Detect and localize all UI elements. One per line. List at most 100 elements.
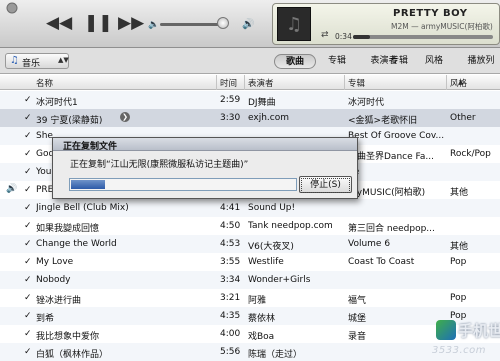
tab-albums-2[interactable]: 专辑: [382, 54, 416, 69]
song-name: Change the World: [36, 239, 117, 249]
song-time: 4:53: [220, 239, 241, 249]
song-album: Best Of Groove Cov...: [348, 131, 444, 141]
volume-slider-knob[interactable]: [216, 17, 229, 29]
now-playing-title: PRETTY BOY: [393, 8, 468, 19]
song-artist: Tank needpop.com: [248, 221, 333, 231]
tab-playlists[interactable]: 播放列: [462, 54, 500, 69]
song-time: 3:34: [220, 275, 241, 285]
close-window-icon[interactable]: [6, 2, 18, 14]
music-note-icon: ♫: [10, 55, 19, 66]
song-artist: Wonder+Girls: [248, 275, 311, 285]
row-checkbox[interactable]: ✓: [24, 311, 34, 321]
dialog-message: 正在复制“江山无限(康熙微服私访记主题曲)”: [70, 160, 249, 170]
stop-button-label: 停止(S): [301, 178, 350, 193]
column-divider[interactable]: [344, 75, 345, 90]
row-checkbox[interactable]: ✓: [24, 131, 34, 141]
song-genre: 其他: [450, 242, 469, 252]
row-checkbox[interactable]: ✓: [24, 221, 34, 231]
song-table: 名称 时间 表演者 专辑 ▲ 风格 ✓ 冰河时代1 2:59 DJ舞曲 冰河时代 ✓ 39 …: [0, 75, 500, 361]
table-row[interactable]: ✓ 如果我變成回憶 4:50 Tank needpop.com 第三回合 needpop…: [0, 217, 500, 235]
header-album[interactable]: 专辑: [348, 77, 365, 89]
song-album: myMUSIC(阿柏歌): [348, 188, 426, 198]
table-row[interactable]: ✓ Change the World 4:53 V6(大夜叉) Volume 6 其他: [0, 235, 500, 253]
song-time: 4:00: [220, 329, 241, 339]
table-row[interactable]: ✓ 白狐（枫林作品） 5:56 陈瑞（走过）: [0, 343, 500, 361]
row-checkbox[interactable]: ✓: [24, 167, 34, 177]
song-genre: Pop: [450, 257, 467, 267]
tab-genres[interactable]: 风格: [420, 54, 448, 69]
repeat-icon[interactable]: ⇄: [321, 30, 329, 40]
row-checkbox[interactable]: ✓: [24, 113, 34, 123]
song-artist: 陈瑞（走过）: [248, 350, 303, 360]
go-arrow-icon[interactable]: ❯: [120, 112, 130, 122]
table-row[interactable]: ✓ Jingle Bell (Club Mix) 4:41 Sound Up!: [0, 199, 500, 217]
song-name: 锉冰进行曲: [36, 296, 82, 306]
header-time[interactable]: 时间: [220, 77, 237, 89]
song-album: 冰河时代: [348, 98, 385, 108]
tab-songs[interactable]: 歌曲: [274, 54, 316, 69]
song-album: 福气: [348, 296, 367, 306]
row-checkbox[interactable]: ✓: [24, 293, 34, 303]
song-name: 如果我變成回憶: [36, 224, 100, 234]
column-divider[interactable]: [244, 75, 245, 90]
watermark-logo-icon: [436, 320, 456, 340]
song-genre: Other: [450, 113, 476, 123]
tab-albums[interactable]: 专辑: [320, 54, 354, 69]
table-row[interactable]: ✓ 我比想象中爱你 4:00 戏Boa 录音: [0, 325, 500, 343]
song-album: Coast To Coast: [348, 257, 415, 267]
song-name: 到希: [36, 314, 55, 324]
song-artist: V6(大夜叉): [248, 242, 294, 252]
fast-forward-button[interactable]: ▶▶: [118, 14, 144, 32]
source-selector[interactable]: ♫ 音乐 ▲▼: [5, 53, 69, 69]
stop-button[interactable]: 停止(S): [299, 176, 352, 193]
song-album: <金狐>老歌怀旧: [348, 116, 418, 126]
table-row[interactable]: ✓ My Love 3:55 Westlife Coast To Coast Pop: [0, 253, 500, 271]
song-time: 4:50: [220, 221, 241, 231]
table-row[interactable]: ✓ 到希 4:35 蔡依林 城堡 Pop: [0, 307, 500, 325]
row-checkbox[interactable]: ✓: [24, 347, 34, 357]
row-checkbox[interactable]: ✓: [24, 149, 34, 159]
song-name: Jingle Bell (Club Mix): [36, 203, 129, 213]
speaker-low-icon: 🔈: [148, 20, 160, 30]
source-label: 音乐: [22, 59, 41, 69]
row-checkbox[interactable]: ✓: [24, 95, 34, 105]
song-time: 3:30: [220, 113, 241, 123]
album-art: ♫: [277, 7, 311, 41]
table-row[interactable]: ✓ 39 宁夏(梁静茹) 3:30 exjh.com <金狐>老歌怀旧 Other ❯: [0, 109, 500, 127]
song-progress-bar[interactable]: [353, 35, 493, 39]
music-note-icon: ♫: [286, 14, 303, 35]
song-artist: 阿雅: [248, 296, 267, 306]
song-progress-fill: [353, 35, 370, 39]
song-name: My Love: [36, 257, 74, 267]
row-checkbox[interactable]: ✓: [24, 203, 34, 213]
pause-button[interactable]: ❚❚: [84, 14, 113, 32]
dialog-titlebar[interactable]: 正在复制文件: [53, 138, 357, 152]
song-genre: Rock/Pop: [450, 149, 491, 159]
table-row[interactable]: ✓ 冰河时代1 2:59 DJ舞曲 冰河时代: [0, 91, 500, 109]
column-divider[interactable]: [446, 75, 447, 90]
row-checkbox[interactable]: ✓: [24, 329, 34, 339]
table-row[interactable]: ✓ Nobody 3:34 Wonder+Girls: [0, 271, 500, 289]
header-genre[interactable]: 风格: [450, 77, 467, 89]
copy-file-dialog: 正在复制文件 正在复制“江山无限(康熙微服私访记主题曲)” 停止(S): [52, 137, 358, 199]
row-checkbox[interactable]: ✓: [24, 275, 34, 285]
row-checkbox[interactable]: ✓: [24, 257, 34, 267]
watermark-brand: 手机世界: [458, 322, 500, 340]
watermark-site: 3533.com: [432, 345, 486, 356]
song-album: 第三回合 needpop...: [348, 224, 435, 234]
table-row[interactable]: ✓ 锉冰进行曲 3:21 阿雅 福气 Pop: [0, 289, 500, 307]
song-artist: Sound Up!: [248, 203, 296, 213]
header-name[interactable]: 名称: [36, 77, 53, 89]
column-divider[interactable]: [216, 75, 217, 90]
song-artist: DJ舞曲: [248, 98, 276, 108]
row-checkbox[interactable]: ✓: [24, 239, 34, 249]
header-artist[interactable]: 表演者: [248, 77, 274, 89]
song-artist: 戏Boa: [248, 332, 275, 342]
song-time: 5:56: [220, 347, 241, 357]
dialog-title: 正在复制文件: [63, 142, 118, 152]
elapsed-time: 0:34: [335, 32, 352, 41]
row-checkbox[interactable]: ✓: [24, 185, 34, 195]
rewind-button[interactable]: ◀◀: [46, 14, 72, 32]
copy-progress-fill: [71, 180, 105, 189]
copy-progress-bar: [69, 178, 297, 191]
